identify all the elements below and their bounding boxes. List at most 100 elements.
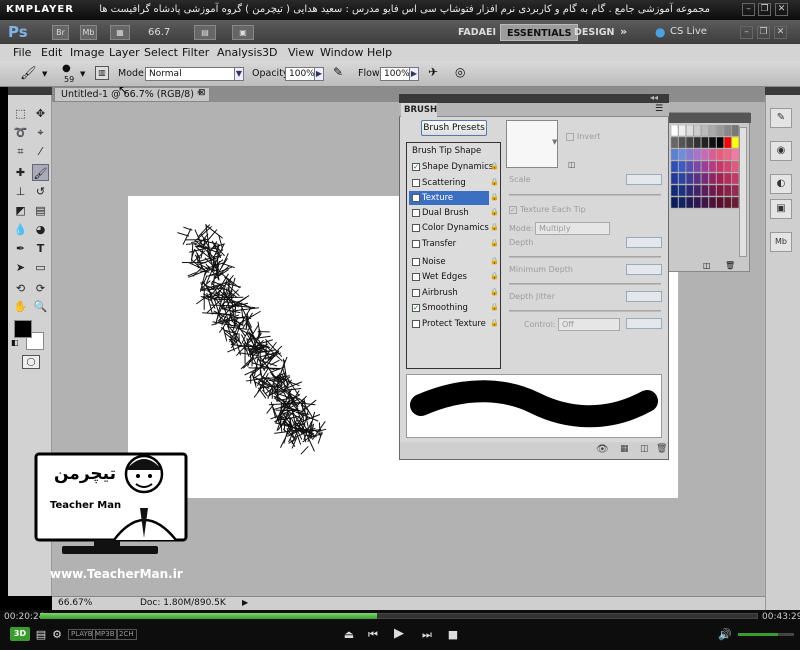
menu-image[interactable]: Image (70, 44, 104, 61)
swatches-scrollbar[interactable] (739, 127, 747, 257)
clone-stamp-tool-icon[interactable]: ⊥ (12, 183, 29, 200)
tab-brush[interactable]: BRUSH (401, 103, 437, 117)
depth-slider[interactable] (509, 256, 661, 258)
brush-option-checkbox[interactable] (412, 179, 420, 187)
brush-option-scattering[interactable]: Scattering (409, 176, 489, 190)
brush-option-checkbox[interactable]: ✓ (412, 304, 420, 312)
brush-option-checkbox[interactable] (412, 289, 420, 297)
texture-mode-select[interactable]: Multiply (535, 222, 610, 235)
masks-panel-icon[interactable]: ▣ (770, 199, 792, 219)
mini-bridge-panel-icon[interactable]: Mb (770, 232, 792, 252)
depth-jitter-field[interactable] (626, 291, 662, 302)
blend-mode-arrow-icon[interactable]: ▼ (234, 67, 244, 81)
menu-analysis[interactable]: Analysis (217, 44, 262, 61)
3d-rotate-tool-icon[interactable]: ⟲ (12, 280, 29, 297)
brush-option-checkbox[interactable]: ✓ (412, 163, 420, 171)
restore-icon[interactable]: ❐ (758, 3, 771, 16)
path-selection-tool-icon[interactable]: ➤ (12, 259, 29, 276)
menu-3d[interactable]: 3D (262, 44, 277, 61)
document-close-icon[interactable]: ⊠ (198, 88, 206, 98)
brush-option-checkbox[interactable] (412, 240, 420, 248)
play-icon[interactable]: ▶ (392, 626, 406, 641)
menu-select[interactable]: Select (144, 44, 178, 61)
pen-tool-icon[interactable]: ✒ (12, 240, 29, 257)
eyedropper-tool-icon[interactable]: ⁄ (32, 143, 49, 160)
brush-option-shape-dynamics[interactable]: Shape Dynamics (409, 160, 493, 174)
minimum-depth-slider[interactable] (509, 283, 661, 285)
default-colors-icon[interactable]: ◧ (11, 338, 19, 347)
brush-option-checkbox[interactable] (412, 320, 420, 328)
texture-pattern-preview[interactable] (506, 120, 558, 168)
lock-icon[interactable]: 🔒 (490, 319, 499, 328)
depth-field[interactable] (626, 237, 662, 248)
flow-slider-arrow-icon[interactable]: ▶ (409, 67, 419, 81)
menu-view[interactable]: View (288, 44, 314, 61)
tablet-opacity-icon[interactable]: ✎ (333, 65, 343, 79)
status-zoom[interactable]: 66.67% (58, 597, 92, 609)
lock-icon[interactable]: 🔒 (490, 303, 499, 312)
brush-option-checkbox[interactable] (412, 224, 420, 232)
pattern-picker-arrow-icon[interactable]: ▼ (552, 138, 557, 146)
lock-icon[interactable]: 🔒 (490, 239, 499, 248)
workspace-fadaei[interactable]: FADAEI (452, 24, 502, 41)
brush-tool-icon[interactable]: 🖌 (32, 164, 49, 181)
ps-restore-icon[interactable]: ❐ (757, 26, 770, 39)
playlist-icon[interactable]: ▤ (34, 628, 48, 641)
lock-icon[interactable]: 🔒 (490, 272, 499, 281)
texture-each-tip-checkbox[interactable]: ✓ (509, 206, 517, 214)
gradient-tool-icon[interactable]: ▤ (32, 202, 49, 219)
new-swatch-icon[interactable]: ◫ (703, 261, 711, 270)
lock-icon[interactable]: 🔒 (490, 208, 499, 217)
lasso-tool-icon[interactable]: ➰ (12, 124, 29, 141)
scale-field[interactable] (626, 174, 662, 185)
swatches-panel-header[interactable] (669, 113, 751, 123)
healing-brush-tool-icon[interactable]: ✚ (12, 164, 29, 181)
brush-tip-shape-item[interactable]: Brush Tip Shape (412, 146, 481, 156)
brush-grid-icon[interactable]: ▦ (620, 444, 629, 454)
menu-help[interactable]: Help (367, 44, 392, 61)
brush-option-color-dynamics[interactable]: Color Dynamics (409, 221, 489, 235)
type-tool-icon[interactable]: T (32, 240, 49, 257)
eject-icon[interactable]: ⏏ (342, 628, 356, 641)
control-field[interactable] (626, 318, 662, 329)
close-icon[interactable]: ✕ (775, 3, 788, 16)
minimize-icon[interactable]: – (742, 3, 755, 16)
brush-panel-grip[interactable] (399, 94, 669, 103)
brush-option-dual-brush[interactable]: Dual Brush (409, 206, 489, 220)
brush-option-checkbox[interactable] (412, 258, 420, 266)
dodge-tool-icon[interactable]: ◕ (32, 221, 49, 238)
cs-live-menu[interactable]: CS Live (670, 26, 707, 37)
menu-filter[interactable]: Filter (182, 44, 209, 61)
lock-icon[interactable]: 🔒 (490, 223, 499, 232)
shape-tool-icon[interactable]: ▭ (32, 259, 49, 276)
3d-mode-badge[interactable]: 3D (10, 627, 30, 641)
eraser-tool-icon[interactable]: ◩ (12, 202, 29, 219)
tablet-size-icon[interactable]: ◎ (455, 65, 465, 79)
status-menu-arrow-icon[interactable]: ▶ (242, 597, 248, 609)
brush-option-checkbox[interactable] (412, 194, 420, 202)
airbrush-icon[interactable]: ✈ (428, 65, 438, 79)
brush-picker-arrow-icon[interactable]: ▼ (80, 70, 85, 78)
kmplayer-logo[interactable]: KMPLAYER (6, 4, 74, 15)
brush-option-noise[interactable]: Noise (409, 255, 489, 269)
delete-swatch-icon[interactable]: 🗑 (725, 261, 735, 270)
menu-file[interactable]: File (13, 44, 31, 61)
color-panel-icon[interactable]: ◉ (770, 141, 792, 161)
previous-icon[interactable]: ⏮ (366, 628, 380, 642)
invert-checkbox[interactable] (566, 133, 574, 141)
brush-option-checkbox[interactable] (412, 209, 420, 217)
delete-brush-icon[interactable]: 🗑 (656, 444, 667, 454)
volume-icon[interactable]: 🔊 (718, 628, 732, 641)
adjustments-panel-icon[interactable]: ◐ (770, 174, 792, 194)
blend-mode-select[interactable]: Normal (145, 67, 235, 81)
depth-jitter-slider[interactable] (509, 310, 661, 312)
control-select[interactable]: Off (558, 318, 620, 331)
workspace-design[interactable]: DESIGN (568, 24, 621, 41)
chip-mp3[interactable]: MP3B (92, 629, 118, 640)
foreground-color-swatch-top[interactable] (14, 320, 32, 338)
zoom-tool-icon[interactable]: 🔍 (32, 298, 49, 315)
hand-tool-icon[interactable]: ✋ (12, 298, 29, 315)
workspace-essentials[interactable]: ESSENTIALS (500, 24, 579, 41)
view-extras-icon[interactable]: ▦ (110, 25, 130, 40)
move-tool-icon[interactable]: ✥ (32, 105, 49, 122)
